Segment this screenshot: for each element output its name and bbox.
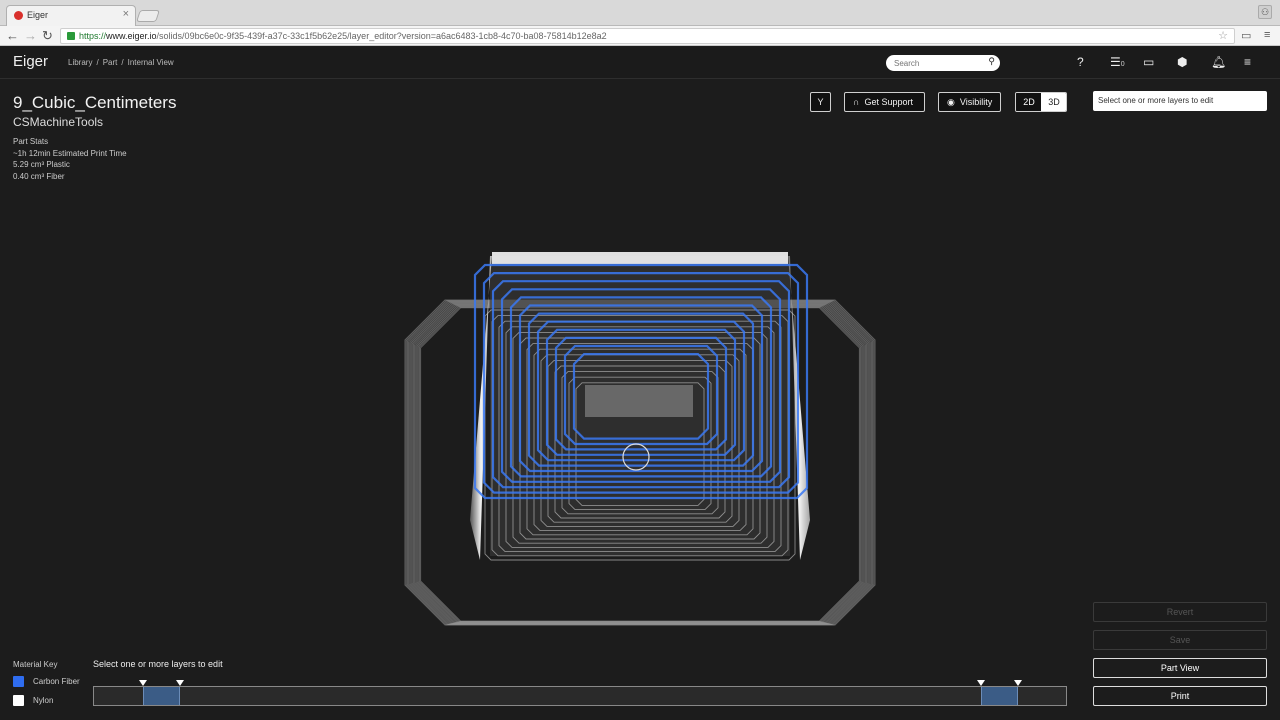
layer-slider[interactable] <box>93 680 1067 706</box>
get-support-label: Get Support <box>864 97 913 107</box>
visibility-label: Visibility <box>959 97 993 107</box>
breadcrumb-library[interactable]: Library <box>68 58 92 67</box>
reload-icon[interactable]: ↻ <box>42 28 53 44</box>
revert-button[interactable]: Revert <box>1093 602 1267 622</box>
layer-select-field[interactable]: Select one or more layers to edit <box>1093 91 1267 111</box>
breadcrumb-separator: / <box>121 58 124 67</box>
url-scheme: https:// <box>79 31 107 41</box>
get-support-button[interactable]: ∩ Get Support <box>844 92 925 112</box>
mode-3d-button[interactable]: 3D <box>1041 93 1066 111</box>
material-label: Carbon Fiber <box>33 677 80 686</box>
bookmark-star-icon[interactable]: ☆ <box>1218 29 1228 42</box>
url-path: /solids/09bc6e0c-9f35-439f-a37c-33c1f5b6… <box>156 31 607 41</box>
browser-menu-icon[interactable]: ≡ <box>1264 29 1270 41</box>
menu-icon[interactable]: ≡ <box>1244 55 1251 69</box>
search-input[interactable] <box>894 57 982 69</box>
part-stats: Part Stats ~1h 12min Estimated Print Tim… <box>13 136 127 182</box>
version-button[interactable]: Y <box>810 92 831 112</box>
bell-icon[interactable]: 🔔︎ <box>1211 55 1226 69</box>
app-logo[interactable]: Eiger <box>13 53 48 70</box>
layer-handle[interactable] <box>1014 680 1023 686</box>
breadcrumb-internal-view: Internal View <box>127 58 174 67</box>
browser-tab[interactable]: Eiger × <box>6 5 136 26</box>
queue-icon[interactable]: ☰0 <box>1110 55 1125 69</box>
profile-icon[interactable]: ⚇ <box>1258 5 1272 19</box>
layer-hint: Select one or more layers to edit <box>93 659 223 669</box>
help-icon[interactable]: ? <box>1077 55 1084 69</box>
version-icon: Y <box>817 97 824 107</box>
view-mode-toggle: 2D 3D <box>1015 92 1067 112</box>
selected-layer-range[interactable] <box>981 687 1019 705</box>
search-box: ⚲ <box>886 55 1000 71</box>
part-view-button[interactable]: Part View <box>1093 658 1267 678</box>
new-tab-button[interactable] <box>136 10 160 22</box>
url-field[interactable]: https://www.eiger.io/solids/09bc6e0c-9f3… <box>60 28 1235 44</box>
breadcrumb-part[interactable]: Part <box>103 58 118 67</box>
forward-icon[interactable]: → <box>24 28 37 43</box>
visibility-button[interactable]: ◉ Visibility <box>938 92 1001 112</box>
close-tab-icon[interactable]: × <box>123 8 129 20</box>
print-button[interactable]: Print <box>1093 686 1267 706</box>
nylon-swatch <box>13 695 24 706</box>
headset-icon: ∩ <box>853 97 860 107</box>
mode-2d-button[interactable]: 2D <box>1016 93 1042 111</box>
selected-layer-range[interactable] <box>142 687 180 705</box>
queue-count: 0 <box>1120 61 1125 68</box>
part-render <box>404 252 876 626</box>
cube-icon[interactable]: ⬢ <box>1177 55 1187 69</box>
layer-handle[interactable] <box>977 680 986 686</box>
browser-tabbar: Eiger × ⚇ <box>0 0 1280 26</box>
printer-icon[interactable]: ▭ <box>1143 55 1154 69</box>
stat-plastic: 5.29 cm³ Plastic <box>13 160 70 169</box>
stats-heading: Part Stats <box>13 137 49 146</box>
breadcrumb: Library / Part / Internal View <box>68 58 178 67</box>
stat-fiber: 0.40 cm³ Fiber <box>13 171 65 181</box>
save-button[interactable]: Save <box>1093 630 1267 650</box>
url-text: https://www.eiger.io/solids/09bc6e0c-9f3… <box>79 31 607 41</box>
app-header: Eiger Library/Part/Internal View ⚲ ? ☰0 … <box>0 47 1280 79</box>
stat-print-time: ~1h 12min Estimated Print Time <box>13 148 127 158</box>
url-host: www.eiger.io <box>106 31 157 41</box>
favicon-icon <box>14 11 23 20</box>
cast-icon[interactable]: ▭ <box>1241 29 1251 42</box>
browser-toolbar: ← → ↻ https://www.eiger.io/solids/09bc6e… <box>0 26 1280 46</box>
breadcrumb-separator: / <box>96 58 99 67</box>
back-icon[interactable]: ← <box>6 28 19 43</box>
carbon-fiber-swatch <box>13 676 24 687</box>
3d-viewport[interactable] <box>380 230 900 640</box>
eye-icon: ◉ <box>947 97 955 107</box>
part-owner[interactable]: CSMachineTools <box>13 115 103 129</box>
lock-icon <box>67 32 75 40</box>
layer-handle[interactable] <box>175 680 184 686</box>
material-label: Nylon <box>33 696 54 705</box>
material-key-title: Material Key <box>13 660 58 669</box>
part-title: 9_Cubic_Centimeters <box>13 93 177 112</box>
tab-title: Eiger <box>27 10 49 20</box>
search-icon[interactable]: ⚲ <box>988 56 995 67</box>
layer-handle[interactable] <box>138 680 147 686</box>
